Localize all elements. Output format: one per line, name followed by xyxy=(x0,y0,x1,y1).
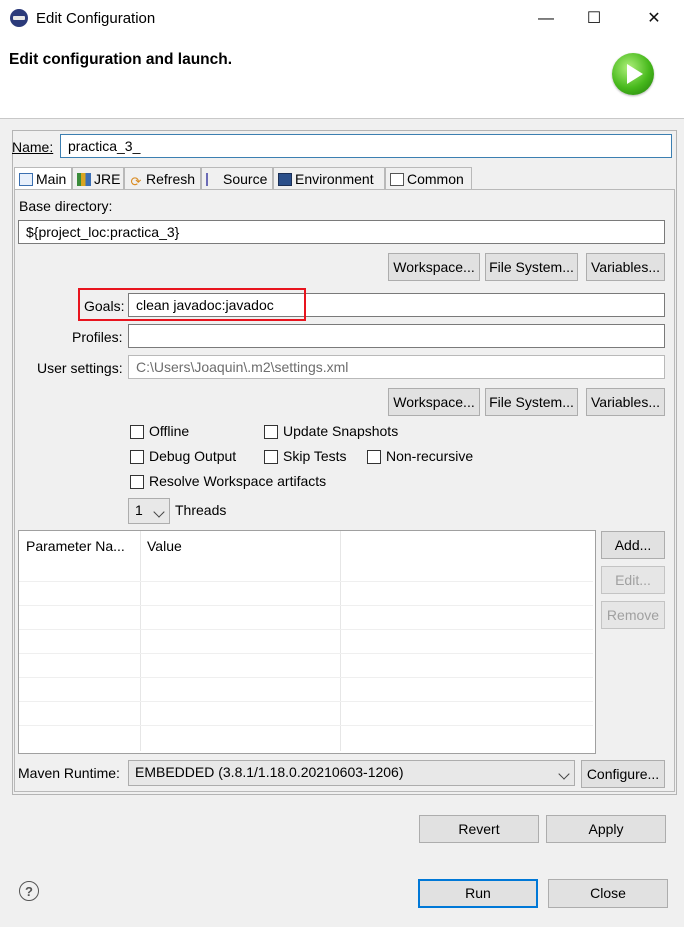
resolve-workspace-checkbox[interactable] xyxy=(130,475,144,489)
column-divider xyxy=(140,531,141,751)
base-workspace-button[interactable]: Workspace... xyxy=(388,253,480,281)
user-settings-input[interactable]: C:\Users\Joaquin\.m2\settings.xml xyxy=(128,355,665,379)
tab-source[interactable]: Source xyxy=(201,167,273,190)
base-directory-label: Base directory: xyxy=(19,198,113,214)
table-row xyxy=(19,629,593,630)
threads-select[interactable]: 1 xyxy=(128,498,170,524)
edit-parameter-button[interactable]: Edit... xyxy=(601,566,665,594)
user-settings-label: User settings: xyxy=(37,360,123,376)
tab-jre[interactable]: JRE xyxy=(72,167,124,190)
skip-tests-label: Skip Tests xyxy=(283,448,347,464)
threads-value: 1 xyxy=(135,502,143,518)
main-tab-icon xyxy=(19,173,33,186)
non-recursive-label: Non-recursive xyxy=(386,448,474,464)
tab-common-label: Common xyxy=(407,171,464,187)
table-row xyxy=(19,581,593,582)
window-title: Edit Configuration xyxy=(36,10,156,27)
maximize-button[interactable]: ☐ xyxy=(570,0,618,38)
update-snapshots-label: Update Snapshots xyxy=(283,423,399,439)
table-row xyxy=(19,653,593,654)
tab-refresh-label: Refresh xyxy=(146,171,196,187)
threads-label: Threads xyxy=(175,502,227,518)
table-header-parameter[interactable]: Parameter Na... xyxy=(19,531,140,561)
configure-button[interactable]: Configure... xyxy=(581,760,665,788)
debug-output-label: Debug Output xyxy=(149,448,237,464)
minimize-button[interactable]: — xyxy=(522,0,570,38)
table-header-value[interactable]: Value xyxy=(140,531,340,561)
profiles-label: Profiles: xyxy=(72,329,123,345)
apply-button[interactable]: Apply xyxy=(546,815,666,843)
revert-button[interactable]: Revert xyxy=(419,815,539,843)
update-snapshots-checkbox[interactable] xyxy=(264,425,278,439)
chevron-down-icon xyxy=(558,768,570,780)
close-window-button[interactable]: ✕ xyxy=(630,0,678,38)
name-label: Name: xyxy=(12,139,54,155)
settings-workspace-button[interactable]: Workspace... xyxy=(388,388,480,416)
tab-environment-label: Environment xyxy=(295,171,374,187)
table-row xyxy=(19,677,593,678)
eclipse-icon xyxy=(10,9,28,27)
tab-refresh[interactable]: ⟳ Refresh xyxy=(124,167,201,190)
profiles-input[interactable] xyxy=(128,324,665,348)
column-divider xyxy=(340,531,341,751)
table-row xyxy=(19,725,593,726)
help-icon[interactable]: ? xyxy=(19,881,39,901)
tab-environment[interactable]: Environment xyxy=(273,167,385,190)
add-parameter-button[interactable]: Add... xyxy=(601,531,665,559)
run-launch-icon xyxy=(612,53,654,95)
table-row xyxy=(19,701,593,702)
base-filesystem-button[interactable]: File System... xyxy=(485,253,578,281)
offline-label: Offline xyxy=(149,423,190,439)
settings-variables-button[interactable]: Variables... xyxy=(586,388,665,416)
base-directory-input[interactable]: ${project_loc:practica_3} xyxy=(18,220,665,244)
maven-runtime-label: Maven Runtime: xyxy=(18,765,120,781)
common-tab-icon xyxy=(390,173,404,186)
parameters-table[interactable]: Parameter Na... Value xyxy=(18,530,596,754)
close-button[interactable]: Close xyxy=(548,879,668,908)
resolve-workspace-label: Resolve Workspace artifacts xyxy=(149,473,327,489)
skip-tests-checkbox[interactable] xyxy=(264,450,278,464)
base-variables-button[interactable]: Variables... xyxy=(586,253,665,281)
jre-tab-icon xyxy=(77,173,91,186)
remove-parameter-button[interactable]: Remove xyxy=(601,601,665,629)
environment-tab-icon xyxy=(278,173,292,186)
tab-main[interactable]: Main xyxy=(14,167,72,191)
name-input[interactable]: practica_3_ xyxy=(60,134,672,158)
debug-output-checkbox[interactable] xyxy=(130,450,144,464)
tab-common[interactable]: Common xyxy=(385,167,472,190)
offline-checkbox[interactable] xyxy=(130,425,144,439)
goals-highlight-box xyxy=(78,288,306,321)
header-title: Edit configuration and launch. xyxy=(9,51,233,68)
maven-runtime-select[interactable]: EMBEDDED (3.8.1/1.18.0.20210603-1206) xyxy=(128,760,575,786)
table-row xyxy=(19,605,593,606)
settings-filesystem-button[interactable]: File System... xyxy=(485,388,578,416)
tab-main-label: Main xyxy=(36,171,67,187)
chevron-down-icon xyxy=(153,506,165,518)
tab-jre-label: JRE xyxy=(94,171,121,187)
maven-runtime-value: EMBEDDED (3.8.1/1.18.0.20210603-1206) xyxy=(135,764,404,780)
tab-source-label: Source xyxy=(223,171,268,187)
run-button[interactable]: Run xyxy=(418,879,538,908)
non-recursive-checkbox[interactable] xyxy=(367,450,381,464)
refresh-tab-icon: ⟳ xyxy=(130,174,142,189)
source-tab-icon xyxy=(206,173,220,186)
